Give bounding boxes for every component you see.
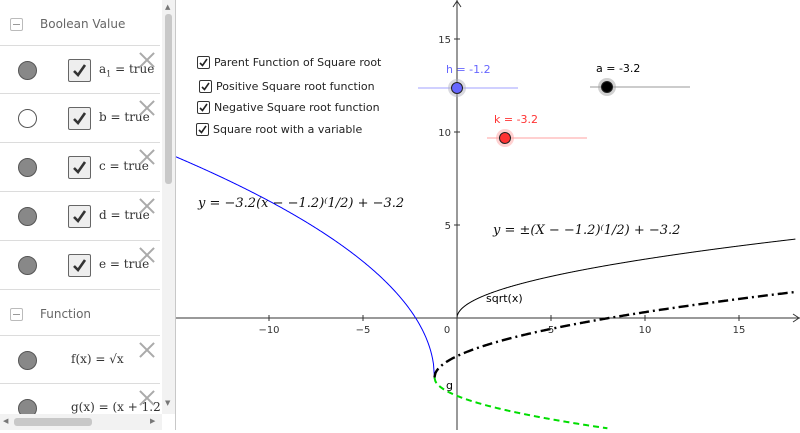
function-label: f(x) = √x bbox=[71, 352, 124, 366]
collapse-icon[interactable] bbox=[10, 17, 23, 31]
x-tick-label: 0 bbox=[444, 325, 450, 336]
slider-a-label: a = -3.2 bbox=[596, 62, 641, 75]
horizontal-scrollbar[interactable]: ◀ ▶ bbox=[0, 414, 162, 430]
boolean-checkbox[interactable] bbox=[68, 156, 91, 179]
graphics-view[interactable]: −10 −5 0 5 10 15 15 10 5 Parent Function of Squa… bbox=[165, 0, 800, 430]
delete-icon[interactable] bbox=[138, 341, 156, 359]
delete-icon[interactable] bbox=[138, 148, 156, 166]
boolean-checkbox[interactable] bbox=[68, 254, 91, 277]
x-tick-label: −5 bbox=[356, 325, 371, 336]
delete-icon[interactable] bbox=[138, 197, 156, 215]
y-tick-label: 5 bbox=[445, 221, 451, 232]
positive-sqrt-curve bbox=[165, 151, 435, 378]
algebra-row-c[interactable]: c = true bbox=[0, 143, 160, 192]
checkbox-label: Square root with a variable bbox=[213, 123, 363, 136]
slider-k-handle[interactable] bbox=[499, 132, 511, 144]
curve-label-sqrt: sqrt(x) bbox=[486, 292, 523, 305]
checkbox-icon[interactable] bbox=[197, 56, 210, 69]
algebra-row-f[interactable]: f(x) = √x bbox=[0, 335, 160, 384]
boolean-checkbox[interactable] bbox=[68, 107, 91, 130]
x-tick-label: 5 bbox=[548, 325, 554, 336]
negative-sqrt-curve bbox=[433, 377, 608, 430]
scroll-down-icon[interactable]: ▼ bbox=[165, 399, 170, 407]
boolean-checkbox[interactable] bbox=[68, 205, 91, 228]
section-header-boolean[interactable]: Boolean Value bbox=[0, 2, 160, 46]
algebra-row-d[interactable]: d = true bbox=[0, 192, 160, 241]
delete-icon[interactable] bbox=[138, 51, 156, 69]
visibility-toggle-icon[interactable] bbox=[18, 351, 37, 370]
section-title: Function bbox=[40, 307, 92, 321]
scroll-up-icon[interactable]: ▲ bbox=[165, 3, 170, 11]
checkbox-sqrt-variable[interactable]: Square root with a variable bbox=[196, 123, 362, 136]
algebra-row-b[interactable]: b = true bbox=[0, 94, 160, 143]
checkbox-parent-function[interactable]: Parent Function of Square root bbox=[197, 56, 381, 69]
slider-k-label: k = -3.2 bbox=[494, 113, 539, 126]
boolean-checkbox[interactable] bbox=[68, 59, 91, 82]
parent-sqrt-curve bbox=[456, 238, 796, 319]
slider-h-label: h = -1.2 bbox=[446, 63, 491, 76]
delete-icon[interactable] bbox=[138, 246, 156, 264]
checkbox-label: Positive Square root function bbox=[216, 80, 375, 93]
checkbox-icon[interactable] bbox=[196, 123, 209, 136]
delete-icon[interactable] bbox=[138, 99, 156, 117]
vertical-scrollbar[interactable]: ▲ ▼ bbox=[162, 0, 175, 414]
checkbox-icon[interactable] bbox=[197, 101, 210, 114]
checkbox-icon[interactable] bbox=[199, 80, 212, 93]
visibility-toggle-icon[interactable] bbox=[18, 61, 37, 80]
section-header-function[interactable]: Function bbox=[0, 292, 160, 336]
formula-text-right: y = ±(X − −1.2)⁽1/2) + −3.2 bbox=[493, 223, 681, 238]
checkbox-label: Parent Function of Square root bbox=[214, 56, 382, 69]
algebra-row-a1[interactable]: a1 = true bbox=[0, 45, 160, 94]
checkbox-positive-sqrt[interactable]: Positive Square root function bbox=[199, 80, 375, 93]
checkbox-label: Negative Square root function bbox=[214, 101, 380, 114]
y-tick-label: 15 bbox=[438, 35, 451, 46]
scroll-right-icon[interactable]: ▶ bbox=[150, 417, 155, 425]
slider-a-handle[interactable] bbox=[601, 81, 613, 93]
section-title: Boolean Value bbox=[40, 17, 126, 31]
visibility-toggle-icon[interactable] bbox=[18, 256, 37, 275]
checkbox-negative-sqrt[interactable]: Negative Square root function bbox=[197, 101, 380, 114]
curve-label-g: g bbox=[446, 379, 453, 392]
x-tick-label: −10 bbox=[258, 325, 279, 336]
algebra-row-e[interactable]: e = true bbox=[0, 241, 160, 290]
scroll-left-icon[interactable]: ◀ bbox=[3, 417, 8, 425]
algebra-view: Boolean Value a1 = true b = true c = tru… bbox=[0, 0, 176, 430]
y-tick-label: 10 bbox=[438, 128, 451, 139]
visibility-toggle-icon[interactable] bbox=[18, 109, 37, 128]
delete-icon[interactable] bbox=[138, 389, 156, 407]
scrollbar-thumb[interactable] bbox=[165, 14, 172, 184]
visibility-toggle-icon[interactable] bbox=[18, 207, 37, 226]
slider-h-handle[interactable] bbox=[451, 82, 463, 94]
collapse-icon[interactable] bbox=[10, 307, 23, 321]
visibility-toggle-icon[interactable] bbox=[18, 158, 37, 177]
formula-text-left: y = −3.2(x − −1.2)⁽1/2) + −3.2 bbox=[198, 196, 405, 211]
scrollbar-thumb[interactable] bbox=[14, 418, 92, 426]
x-tick-label: 15 bbox=[733, 325, 746, 336]
x-tick-label: 10 bbox=[639, 325, 652, 336]
